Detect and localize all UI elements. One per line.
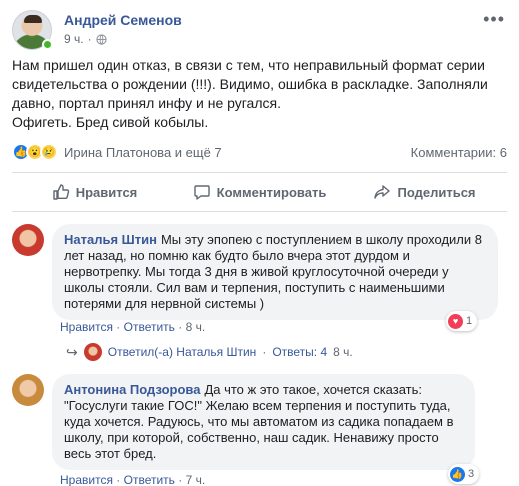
online-status-icon	[42, 39, 53, 50]
post-paragraph: Офигеть. Бред сивой кобылы.	[12, 114, 209, 130]
reactors-text[interactable]: Ирина Платонова и ещё 7	[64, 145, 222, 160]
post-text: Нам пришел один отказ, в связи с тем, чт…	[12, 56, 510, 132]
author-name[interactable]: Андрей Семенов	[64, 12, 182, 28]
reactions-summary: 👍 😮 😢 Ирина Платонова и ещё 7 Комментари…	[12, 143, 507, 163]
reply-arrow-icon: ↪	[66, 343, 78, 360]
post-time[interactable]: 9 ч.	[64, 32, 84, 46]
comments-count[interactable]: Комментарии: 6	[411, 145, 507, 160]
replies-time: 8 ч.	[333, 345, 353, 359]
comment-reactions[interactable]: ♥ 1	[446, 311, 478, 331]
share-label: Поделиться	[397, 184, 476, 200]
commenter-name[interactable]: Антонина Подзорова	[64, 382, 200, 397]
reaction-icons[interactable]: 👍 😮 😢	[12, 143, 58, 161]
comment-like-link[interactable]: Нравится	[60, 320, 113, 334]
post-header: Андрей Семенов 9 ч. · •••	[12, 10, 507, 50]
comment-meta: Нравится · Ответить · 7 ч.	[60, 473, 206, 486]
like-label: Нравится	[75, 184, 138, 200]
comment-like-link[interactable]: Нравится	[60, 473, 113, 486]
globe-icon	[95, 33, 107, 45]
comment-reply-link[interactable]: Ответить	[124, 473, 175, 486]
comment: Антонина Подзорова Да что ж это такое, хо…	[12, 374, 507, 486]
like-button[interactable]: Нравится	[12, 175, 177, 209]
comment-button[interactable]: Комментировать	[177, 175, 342, 209]
heart-icon: ♥	[448, 313, 463, 329]
divider	[12, 172, 507, 173]
divider	[12, 211, 507, 212]
replied-by-label: Ответил(-а) Наталья Штин	[107, 345, 257, 359]
comment-bubble: Наталья Штин Мы эту эпопею с поступлением…	[52, 224, 498, 320]
comment-icon	[193, 185, 210, 200]
post-paragraph: Нам пришел один отказ, в связи с тем, чт…	[12, 57, 488, 111]
replies-summary[interactable]: ↪ Ответил(-а) Наталья Штин · Ответы: 4 8…	[66, 343, 353, 361]
sad-icon: 😢	[40, 143, 58, 161]
commenter-name[interactable]: Наталья Штин	[64, 232, 157, 247]
comment-reactions[interactable]: 👍 3	[448, 464, 480, 484]
like-icon: 👍	[450, 466, 465, 482]
post-meta: 9 ч. ·	[64, 32, 107, 46]
replier-avatar	[83, 343, 102, 361]
comment-label: Комментировать	[216, 184, 327, 200]
comment-time[interactable]: 8 ч.	[186, 320, 206, 334]
share-button[interactable]: Поделиться	[342, 175, 507, 209]
replies-count: Ответы: 4	[272, 345, 328, 359]
comment-reaction-count: 1	[466, 315, 473, 327]
thumbs-up-icon	[53, 184, 69, 200]
comment-reply-link[interactable]: Ответить	[124, 320, 175, 334]
commenter-avatar[interactable]	[12, 374, 44, 406]
comment: Наталья Штин Мы эту эпопею с поступлением…	[12, 224, 507, 334]
post-actions: Нравится Комментировать Поделиться	[12, 175, 507, 209]
comment-meta: Нравится · Ответить · 8 ч.	[60, 320, 206, 334]
comment-reaction-count: 3	[468, 468, 475, 480]
share-icon	[374, 185, 391, 199]
commenter-avatar[interactable]	[12, 224, 44, 256]
more-options-icon[interactable]: •••	[483, 10, 505, 28]
comment-bubble: Антонина Подзорова Да что ж это такое, хо…	[52, 374, 475, 470]
comment-time[interactable]: 7 ч.	[186, 473, 206, 486]
